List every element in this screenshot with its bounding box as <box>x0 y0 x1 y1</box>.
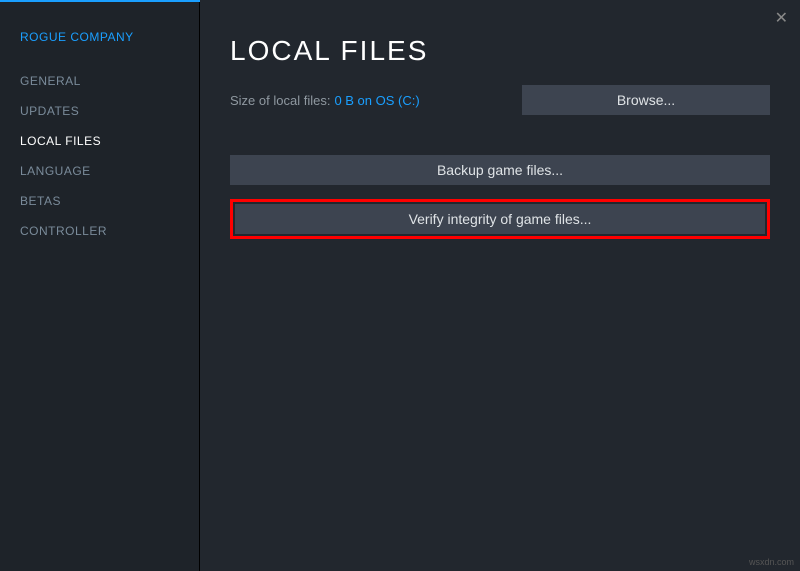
sidebar-item-language[interactable]: LANGUAGE <box>20 156 199 186</box>
backup-button[interactable]: Backup game files... <box>230 155 770 185</box>
size-label: Size of local files: <box>230 93 330 108</box>
sidebar-item-updates[interactable]: UPDATES <box>20 96 199 126</box>
sidebar-item-local-files[interactable]: LOCAL FILES <box>20 126 199 156</box>
size-value: 0 B on OS (C:) <box>334 93 419 108</box>
sidebar-item-betas[interactable]: BETAS <box>20 186 199 216</box>
sidebar-item-controller[interactable]: CONTROLLER <box>20 216 199 246</box>
watermark: wsxdn.com <box>749 557 794 567</box>
sidebar: ROGUE COMPANY GENERAL UPDATES LOCAL FILE… <box>0 0 200 571</box>
window-container: ROGUE COMPANY GENERAL UPDATES LOCAL FILE… <box>0 0 800 571</box>
sidebar-item-general[interactable]: GENERAL <box>20 66 199 96</box>
browse-button[interactable]: Browse... <box>522 85 770 115</box>
close-icon[interactable]: ✕ <box>775 8 788 28</box>
game-title: ROGUE COMPANY <box>20 30 199 44</box>
main-panel: LOCAL FILES Size of local files: 0 B on … <box>200 0 800 571</box>
verify-highlight: Verify integrity of game files... <box>230 199 770 239</box>
verify-button[interactable]: Verify integrity of game files... <box>235 204 765 234</box>
page-title: LOCAL FILES <box>230 35 770 67</box>
top-accent-bar <box>0 0 200 2</box>
size-info-row: Size of local files: 0 B on OS (C:) Brow… <box>230 85 770 115</box>
